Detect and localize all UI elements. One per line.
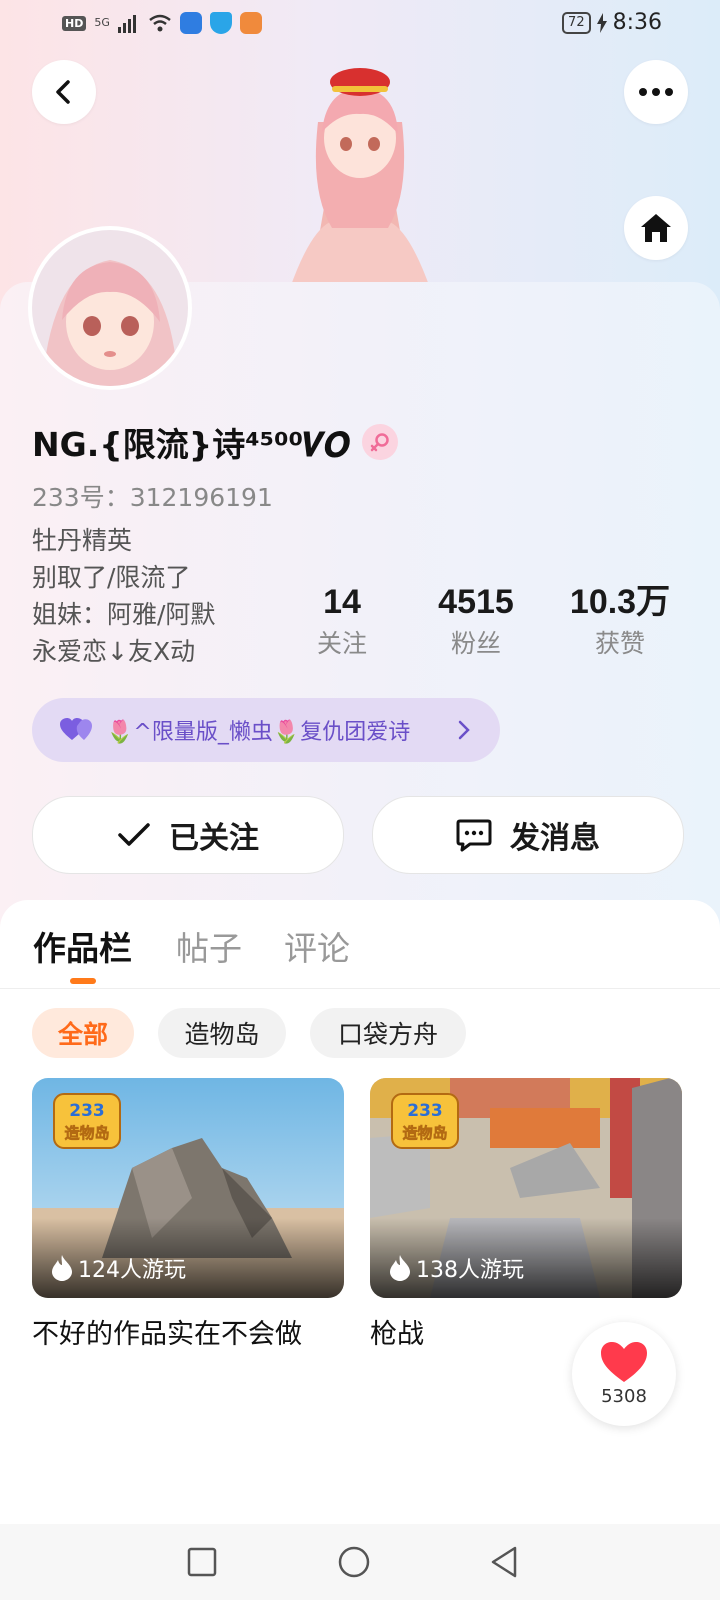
- play-count: 138人游玩: [390, 1252, 524, 1284]
- tabs-divider: [0, 988, 720, 989]
- more-icon: [639, 88, 673, 96]
- shield-icon: [209, 12, 232, 34]
- following-label: 关注: [316, 629, 367, 658]
- bio-line: 永爱恋↓友X动: [32, 637, 196, 666]
- bio-line: 姐妹：阿雅/阿默: [32, 600, 216, 629]
- work-card[interactable]: 233 造物岛 124人游玩 不好的作品实在不会做: [32, 1078, 344, 1351]
- battery-indicator: 72: [562, 11, 591, 34]
- hd-badge: HD: [62, 15, 87, 31]
- avatar[interactable]: [32, 230, 188, 386]
- tab-works[interactable]: 作品栏: [33, 922, 132, 970]
- character-illustration: [290, 68, 430, 288]
- work-title[interactable]: 不好的作品实在不会做: [32, 1312, 344, 1351]
- bio-line: 牡丹精英: [32, 526, 133, 555]
- like-button[interactable]: 5308: [572, 1322, 676, 1426]
- filter-creation-island[interactable]: 造物岛: [158, 1008, 286, 1058]
- island-badge-icon: 233 造物岛: [391, 1093, 459, 1149]
- island-badge-line1: 233: [407, 1101, 443, 1121]
- work-thumbnail[interactable]: 233 造物岛 138人游玩: [370, 1078, 682, 1298]
- triangle-back-icon: [491, 1546, 517, 1578]
- tab-posts[interactable]: 帖子: [176, 922, 242, 970]
- username-row: NG.{限流}诗⁴⁵⁰⁰𝑽𝑶: [32, 418, 398, 466]
- female-icon: [361, 424, 398, 460]
- back-icon: [56, 80, 70, 104]
- avatar-illustration: [32, 230, 188, 386]
- active-tab-indicator: [70, 978, 96, 984]
- island-badge-icon: 233 造物岛: [53, 1093, 121, 1149]
- profile-page: HD 5G 72 8:36 14 关注 4515 粉丝 10.3万 获赞 NG.…: [0, 0, 720, 1600]
- play-count: 124人游玩: [52, 1252, 186, 1284]
- stat-following[interactable]: 14 关注: [272, 580, 412, 664]
- following-count: 14: [323, 583, 361, 621]
- island-badge-line2: 造物岛: [402, 1124, 447, 1142]
- status-bar: HD 5G 72 8:36: [0, 0, 720, 48]
- home-icon: [641, 214, 671, 242]
- chat-icon: [456, 819, 492, 852]
- tab-comments[interactable]: 评论: [284, 922, 350, 970]
- fans-label: 粉丝: [450, 629, 501, 658]
- island-badge-line2: 造物岛: [64, 1124, 109, 1142]
- work-card[interactable]: 233 造物岛 138人游玩 枪战: [370, 1078, 682, 1351]
- status-left: HD 5G: [62, 12, 262, 34]
- island-badge-line1: 233: [69, 1101, 105, 1121]
- clock: 8:36: [612, 10, 662, 35]
- filter-pocket-ark[interactable]: 口袋方舟: [310, 1008, 466, 1058]
- more-options-button[interactable]: [624, 60, 688, 124]
- filter-all[interactable]: 全部: [32, 1008, 134, 1058]
- check-icon: [118, 823, 150, 846]
- flame-icon: [390, 1255, 410, 1281]
- followed-button[interactable]: 已关注: [32, 796, 344, 874]
- send-message-button[interactable]: 发消息: [372, 796, 684, 874]
- status-right: 72 8:36: [562, 10, 662, 35]
- work-thumbnail[interactable]: 233 造物岛 124人游玩: [32, 1078, 344, 1298]
- stat-likes[interactable]: 10.3万 获赞: [550, 580, 690, 664]
- home-button[interactable]: [624, 196, 688, 260]
- fans-count: 4515: [438, 583, 514, 621]
- home-nav-button[interactable]: [334, 1542, 374, 1582]
- flame-icon: [52, 1255, 72, 1281]
- likes-received-count: 10.3万: [569, 583, 671, 621]
- signal-icon: [117, 15, 136, 33]
- works-panel: 作品栏 帖子 评论 全部 造物岛 口袋方舟 233 造物岛 124人游玩 不好的…: [0, 900, 720, 1600]
- stat-fans[interactable]: 4515 粉丝: [406, 580, 546, 664]
- send-message-label: 发消息: [510, 821, 600, 856]
- guild-name: 🌷^限量版_懒虫🌷复仇团爱诗: [106, 720, 411, 745]
- app-icon-blue: [179, 12, 202, 34]
- play-count-text: 138人游玩: [416, 1258, 524, 1283]
- heart-icon: [601, 1341, 647, 1382]
- bio-line: 别取了/限流了: [32, 563, 191, 592]
- back-button[interactable]: [32, 60, 96, 124]
- likes-received-label: 获赞: [594, 629, 645, 658]
- chevron-right-icon: [458, 720, 470, 740]
- heart-icon: [60, 718, 92, 740]
- network-type: 5G: [94, 16, 110, 29]
- like-count: 5308: [601, 1385, 647, 1407]
- app-icon-orange: [239, 12, 262, 34]
- play-count-text: 124人游玩: [78, 1258, 186, 1283]
- guild-badge[interactable]: 🌷^限量版_懒虫🌷复仇团爱诗: [32, 698, 500, 762]
- charging-icon: [596, 12, 607, 33]
- username: NG.{限流}诗⁴⁵⁰⁰𝑽𝑶: [32, 425, 350, 464]
- recent-apps-button[interactable]: [182, 1542, 222, 1582]
- wifi-icon: [149, 14, 171, 32]
- square-icon: [187, 1547, 217, 1577]
- back-nav-button[interactable]: [484, 1542, 524, 1582]
- circle-icon: [338, 1546, 370, 1578]
- followed-label: 已关注: [169, 821, 259, 856]
- user-id: 233号：312196191: [32, 483, 273, 512]
- bio: 牡丹精英 别取了/限流了 姐妹：阿雅/阿默 永爱恋↓友X动: [32, 522, 215, 670]
- system-nav-bar: [0, 1524, 720, 1600]
